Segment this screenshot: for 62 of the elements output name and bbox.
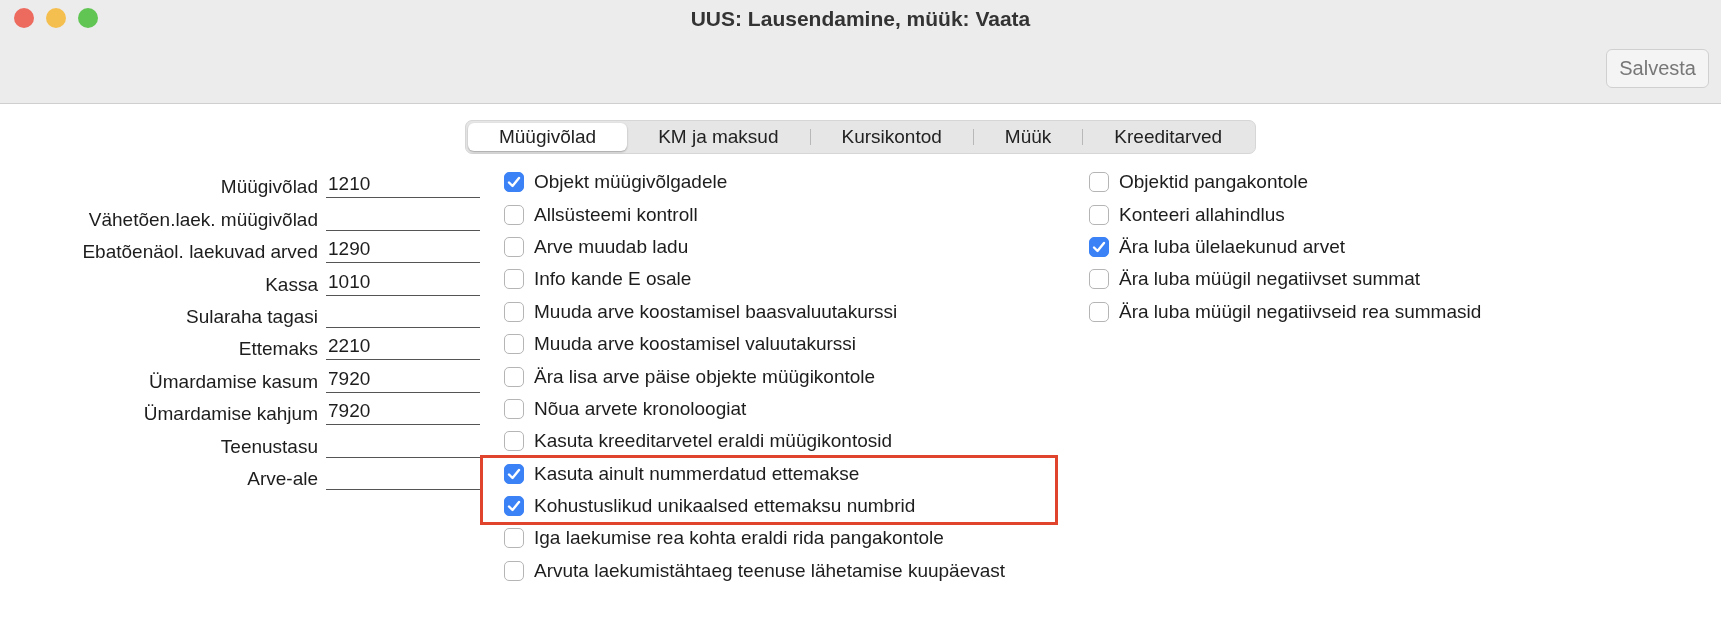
close-icon[interactable] <box>14 8 34 28</box>
checkbox-label: Ära luba ülelaekunud arvet <box>1119 235 1346 258</box>
field-label: Müügivõlad <box>220 176 318 199</box>
window-title: UUS: Lausendamine, müük: Vaata <box>690 7 1031 30</box>
field-label: Ettemaks <box>238 338 318 361</box>
minimize-icon[interactable] <box>46 8 66 28</box>
checkbox-label: Objekt müügivõlgadele <box>534 171 728 194</box>
checkbox-label: Arvuta laekumistähtaeg teenuse lähetamise kuupäevast <box>534 559 1006 582</box>
checkbox-label: Kasuta kreeditarvetel eraldi müügikontosid <box>534 430 893 453</box>
checkbox[interactable] <box>504 366 524 387</box>
checkbox-label: Muuda arve koostamisel valuutakurssi <box>534 333 857 356</box>
checkbox-label: Ära lisa arve päise objekte müügikontole <box>534 365 876 388</box>
field-label: Kassa <box>265 273 318 296</box>
field-label: Teenustasu <box>220 435 318 458</box>
checkbox-label: Kohustuslikud unikaalsed ettemaksu numbrid <box>534 495 916 518</box>
checkbox[interactable] <box>1089 301 1109 322</box>
checkbox-label: Info kande E osale <box>534 268 692 291</box>
checkbox[interactable] <box>504 236 524 257</box>
account-field[interactable]: 7920 <box>326 400 480 426</box>
checkbox-label: Ära luba müügil negatiivset summat <box>1119 268 1420 291</box>
field-label: Vähetõen.laek. müügivõlad <box>88 208 318 231</box>
checkbox[interactable] <box>504 172 524 193</box>
field-label: Ebatõenäol. laekuvad arved <box>82 241 318 264</box>
checkbox-label: Arve muudab ladu <box>534 235 689 258</box>
checkbox[interactable] <box>504 528 524 549</box>
checkbox[interactable] <box>504 398 524 419</box>
tab[interactable]: Kursikontod <box>810 123 973 151</box>
field-label: Ümardamise kahjum <box>143 403 318 426</box>
tab[interactable]: Kreeditarved <box>1083 123 1254 151</box>
checkbox[interactable] <box>504 560 524 581</box>
checkbox-label: Iga laekumise rea kohta eraldi rida pangakontole <box>534 527 944 550</box>
checkbox[interactable] <box>504 463 524 484</box>
checkbox[interactable] <box>1089 172 1109 193</box>
tab[interactable]: KM ja maksud <box>627 123 810 151</box>
checkbox-label: Allsüsteemi kontroll <box>534 203 698 226</box>
field-label: Ümardamise kasum <box>149 370 318 393</box>
checkbox[interactable] <box>504 496 524 517</box>
tab[interactable]: Müügivõlad <box>467 123 628 151</box>
field-label: Arve-ale <box>247 467 318 490</box>
checkbox-label: Objektid pangakontole <box>1119 171 1309 194</box>
checkbox-label: Nõua arvete kronoloogiat <box>534 397 747 420</box>
tab[interactable]: Müük <box>973 123 1083 151</box>
checkbox-label: Muuda arve koostamisel baasvaluutakurssi <box>534 300 898 323</box>
account-field[interactable]: 1290 <box>326 238 480 264</box>
maximize-icon[interactable] <box>78 8 98 28</box>
checkbox[interactable] <box>1089 269 1109 290</box>
checkbox-label: Kasuta ainult nummerdatud ettemakse <box>534 462 860 485</box>
checkbox[interactable] <box>504 204 524 225</box>
checkbox-label: Ära luba müügil negatiivseid rea summasid <box>1119 300 1482 323</box>
account-field[interactable]: 1010 <box>326 270 480 296</box>
account-field[interactable]: 7920 <box>326 367 480 393</box>
field-label: Sularaha tagasi <box>185 305 318 328</box>
save-button[interactable]: Salvesta <box>1606 49 1709 88</box>
checkbox[interactable] <box>504 269 524 290</box>
checkbox-label: Konteeri allahindlus <box>1119 203 1285 226</box>
account-field[interactable]: 2210 <box>326 335 480 361</box>
account-field[interactable]: 1210 <box>326 173 480 199</box>
checkbox[interactable] <box>504 301 524 322</box>
checkbox[interactable] <box>504 334 524 355</box>
checkbox[interactable] <box>504 431 524 452</box>
checkbox[interactable] <box>1089 236 1109 257</box>
checkbox[interactable] <box>1089 204 1109 225</box>
